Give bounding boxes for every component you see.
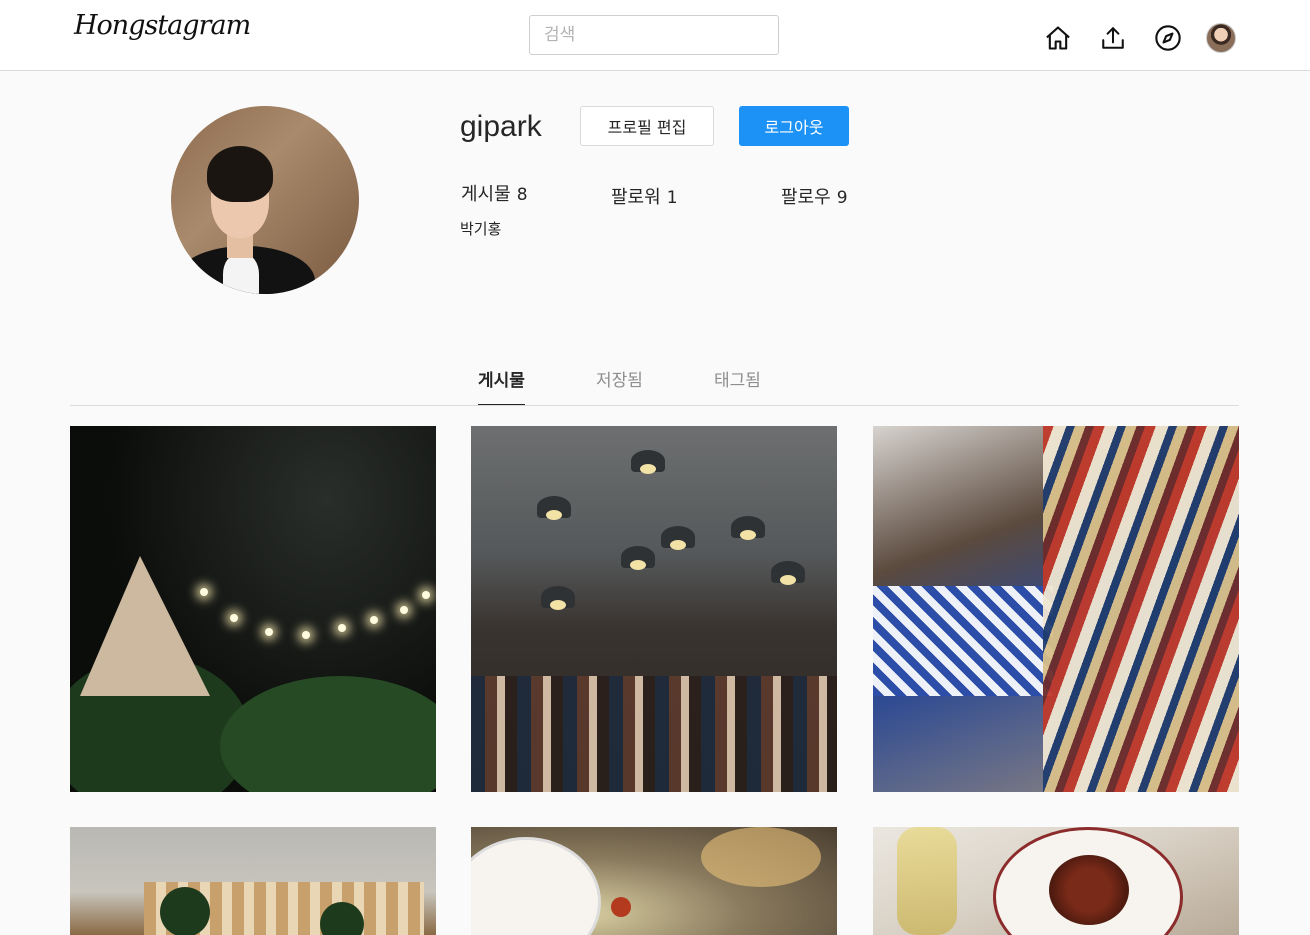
tab-saved[interactable]: 저장됨 bbox=[596, 366, 643, 404]
profile-real-name: 박기홍 bbox=[460, 220, 502, 238]
top-navigation-bar: Hongstagram bbox=[0, 0, 1310, 71]
followers-stat[interactable]: 팔로워 1 bbox=[611, 183, 678, 209]
search-input[interactable] bbox=[529, 15, 779, 55]
posts-label: 게시물 bbox=[461, 184, 511, 205]
home-icon[interactable] bbox=[1042, 22, 1074, 54]
profile-picture bbox=[171, 106, 359, 294]
edit-profile-button[interactable]: 프로필 편집 bbox=[580, 106, 714, 146]
following-label: 팔로우 bbox=[781, 187, 831, 208]
followers-label: 팔로워 bbox=[611, 187, 661, 208]
following-count: 9 bbox=[836, 188, 848, 208]
app-logo[interactable]: Hongstagram bbox=[74, 10, 251, 41]
post-thumbnail[interactable] bbox=[873, 426, 1239, 792]
post-thumbnail[interactable] bbox=[873, 827, 1239, 935]
logout-button[interactable]: 로그아웃 bbox=[739, 106, 849, 146]
tab-posts[interactable]: 게시물 bbox=[478, 366, 525, 406]
posts-count-stat: 게시물 8 bbox=[461, 180, 528, 206]
tab-tagged[interactable]: 태그됨 bbox=[714, 366, 761, 404]
posts-count: 8 bbox=[516, 185, 528, 205]
post-thumbnail[interactable] bbox=[471, 426, 837, 792]
upload-icon[interactable] bbox=[1097, 22, 1129, 54]
tabs-divider bbox=[70, 405, 1239, 406]
nav-icons bbox=[1042, 22, 1236, 54]
explore-compass-icon[interactable] bbox=[1152, 22, 1184, 54]
following-stat[interactable]: 팔로우 9 bbox=[781, 183, 848, 209]
profile-username: gipark bbox=[460, 110, 542, 143]
post-thumbnail[interactable] bbox=[70, 426, 436, 792]
profile-avatar[interactable] bbox=[1206, 23, 1236, 53]
post-thumbnail[interactable] bbox=[471, 827, 837, 935]
post-thumbnail[interactable] bbox=[70, 827, 436, 935]
followers-count: 1 bbox=[666, 188, 678, 208]
